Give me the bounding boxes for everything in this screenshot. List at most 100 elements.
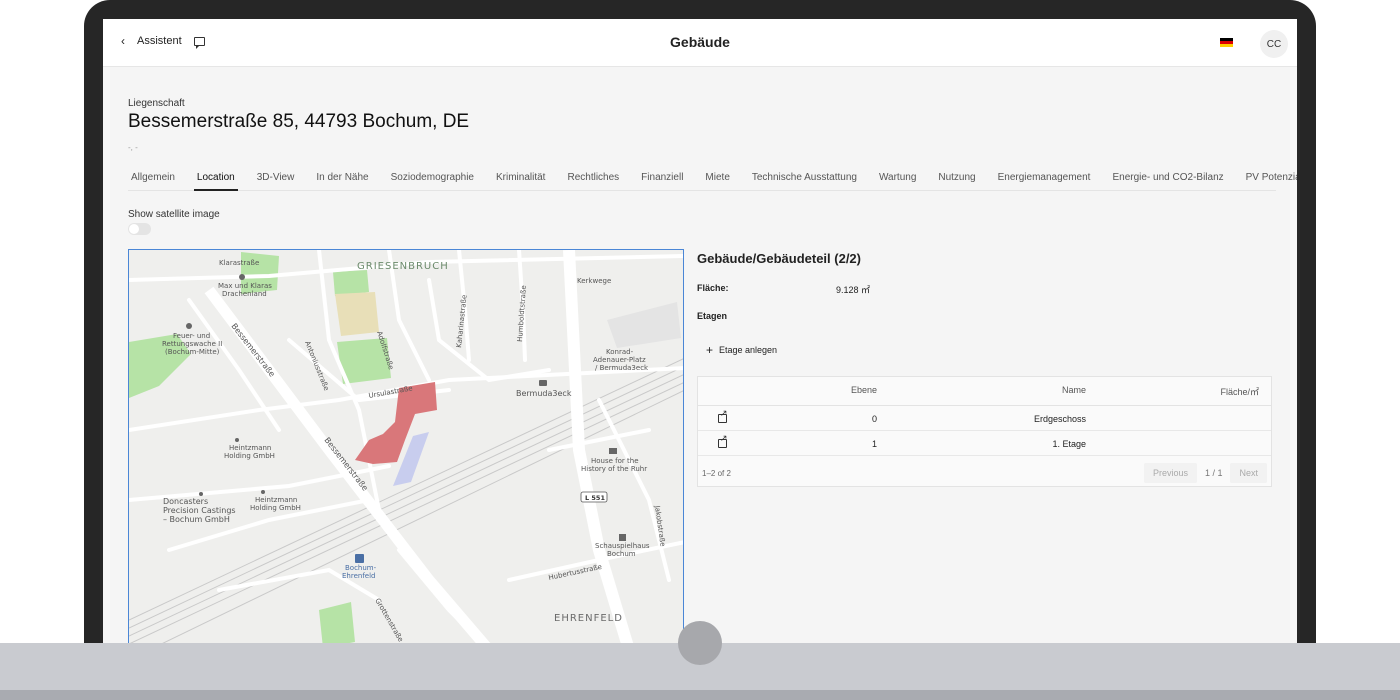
train-station-icon [355, 554, 364, 563]
map-label-kerkwege: Kerkwege [577, 277, 611, 285]
property-subtitle: -, - [128, 143, 138, 152]
map-label-feuerwache-3: (Bochum-Mitte) [165, 348, 220, 356]
table-header: Ebene Name Fläche/㎡ [698, 377, 1271, 406]
map-label-feuerwache-2: Rettungswache II [162, 340, 222, 348]
area-label: Fläche: [697, 283, 729, 293]
park-area [333, 270, 369, 296]
tab-allgemein[interactable]: Allgemein [128, 169, 178, 191]
laptop-base-edge [0, 690, 1400, 700]
poi-theatre-icon [619, 534, 626, 541]
table-row[interactable]: 1 1. Etage [698, 431, 1271, 456]
map-label-doncasters-3: – Bochum GmbH [163, 515, 230, 524]
poi-marker-icon [261, 490, 265, 494]
tab-technische-ausstattung[interactable]: Technische Ausstattung [749, 169, 860, 191]
map-label-antoniusstrasse: Antoniusstraße [303, 340, 330, 392]
row-count: 1–2 of 2 [702, 469, 731, 478]
road-shield-l551-label: L 551 [585, 494, 605, 502]
next-page-button[interactable]: Next [1230, 463, 1267, 483]
table-row[interactable]: 0 Erdgeschoss [698, 406, 1271, 431]
poi-marker-icon [199, 492, 203, 496]
map-label-bochum-ehrenfeld-1: Bochum- [345, 564, 377, 572]
top-bar: ‹ Assistent Gebäude CC [103, 19, 1297, 67]
poi-marker-icon [235, 438, 239, 442]
building-section-title: Gebäude/Gebäudeteil (2/2) [697, 251, 861, 266]
map-label-humboldtstrasse: Humboldtstraße [516, 285, 528, 342]
map-label-bessemerstrasse-2: Bessemerstraße [322, 436, 369, 493]
map-label-max-klaras: Max und Klaras [218, 282, 272, 290]
map-label-ehrenfeld: EHRENFELD [554, 613, 623, 624]
previous-page-button[interactable]: Previous [1143, 463, 1197, 483]
poi-camera-icon [539, 380, 547, 386]
pagination: Previous 1 / 1 Next [1143, 463, 1267, 483]
floors-label: Etagen [697, 311, 728, 321]
avatar[interactable]: CC [1260, 30, 1288, 58]
app-screen: ‹ Assistent Gebäude CC Liegenschaft Bess… [103, 19, 1297, 643]
map-label-heintzmann-1b: Holding GmbH [224, 452, 275, 460]
plus-icon: + [706, 343, 714, 357]
add-floor-button[interactable]: + Etage anlegen [706, 343, 777, 357]
map-label-konrad-1: Konrad- [606, 348, 634, 356]
satellite-toggle[interactable] [128, 223, 151, 235]
map-label-schauspielhaus-2: Bochum [607, 550, 636, 558]
map-label-heintzmann-1a: Heintzmann [229, 444, 271, 452]
open-external-icon[interactable] [718, 433, 728, 448]
school-area [335, 292, 379, 336]
map-label-house-history-1: House for the [591, 457, 639, 465]
map-label-bochum-ehrenfeld-2: Ehrenfeld [342, 572, 376, 580]
map-label-heintzmann-2b: Holding GmbH [250, 504, 301, 512]
open-external-icon[interactable] [718, 408, 728, 423]
tab-miete[interactable]: Miete [702, 169, 732, 191]
poi-fire-station-icon [186, 323, 192, 329]
tab-energiemanagement[interactable]: Energiemanagement [995, 169, 1094, 191]
german-flag-icon[interactable] [1220, 38, 1233, 47]
tab-location[interactable]: Location [193, 169, 238, 191]
map-label-bermuda3eck: Bermuda3eck [516, 389, 572, 398]
map-label-griesenbruch: GRIESENBRUCH [357, 261, 449, 272]
map-label-house-history-2: History of the Ruhr [581, 465, 647, 473]
map-label-konrad-3: / Bermuda3eck [595, 364, 649, 372]
area-value: 9.128 ㎡ [836, 285, 871, 295]
tab-in-der-naehe[interactable]: In der Nähe [313, 169, 371, 191]
page-title: Gebäude [670, 34, 730, 50]
minor-streets [129, 250, 683, 643]
page-indicator: 1 / 1 [1204, 468, 1223, 478]
tab-finanziell[interactable]: Finanziell [638, 169, 686, 191]
column-header-name[interactable]: Name [1062, 385, 1086, 395]
satellite-toggle-label: Show satellite image [128, 209, 220, 220]
poi-playground-icon [239, 274, 245, 280]
tab-pv-potenzial[interactable]: PV Potenzial [1243, 169, 1297, 191]
map-label-feuerwache-1: Feuer- und [173, 332, 210, 340]
tab-kriminalitaet[interactable]: Kriminalität [493, 169, 548, 191]
laptop-hinge-notch [678, 621, 722, 665]
map-label-konrad-2: Adenauer-Platz [593, 356, 646, 364]
tab-energie-co2-bilanz[interactable]: Energie- und CO2-Bilanz [1109, 169, 1226, 191]
poi-museum-icon [609, 448, 617, 454]
park-area [319, 602, 355, 643]
tab-rechtliches[interactable]: Rechtliches [564, 169, 622, 191]
tab-bar: Allgemein Location 3D-View In der Nähe S… [128, 169, 1297, 191]
map-label-drachenland: Drachenland [222, 290, 267, 298]
tab-3d-view[interactable]: 3D-View [254, 169, 298, 191]
column-header-flaeche[interactable]: Fläche/㎡ [1220, 385, 1259, 398]
tab-nutzung[interactable]: Nutzung [935, 169, 978, 191]
map-label-doncasters-2: Precision Castings [163, 506, 236, 515]
map-label-schauspielhaus-1: Schauspielhaus [595, 542, 650, 550]
property-label: Liegenschaft [128, 98, 185, 109]
map-canvas: GRIESENBRUCH EHRENFELD Klarastraße Kerkw… [129, 250, 683, 643]
map-label-bessemerstrasse-1: Bessemerstraße [229, 322, 276, 379]
floors-table: Ebene Name Fläche/㎡ 0 Erdgeschoss 1 1. E… [697, 376, 1272, 487]
main-road-east [563, 250, 634, 643]
tab-soziodemographie[interactable]: Soziodemographie [388, 169, 477, 191]
cell-ebene: 0 [871, 414, 877, 424]
tab-wartung[interactable]: Wartung [876, 169, 919, 191]
property-address: Bessemerstraße 85, 44793 Bochum, DE [128, 111, 470, 132]
map-label-grottenstrasse: Grottenstraße [373, 597, 404, 643]
cell-ebene: 1 [871, 439, 877, 449]
column-header-ebene[interactable]: Ebene [851, 385, 877, 395]
location-map[interactable]: GRIESENBRUCH EHRENFELD Klarastraße Kerkw… [128, 249, 684, 643]
cell-name: Erdgeschoss [1033, 414, 1086, 424]
cell-name: 1. Etage [1052, 439, 1086, 449]
add-floor-label: Etage anlegen [719, 345, 778, 355]
map-label-heintzmann-2a: Heintzmann [255, 496, 297, 504]
map-label-doncasters-1: Doncasters [163, 497, 208, 506]
